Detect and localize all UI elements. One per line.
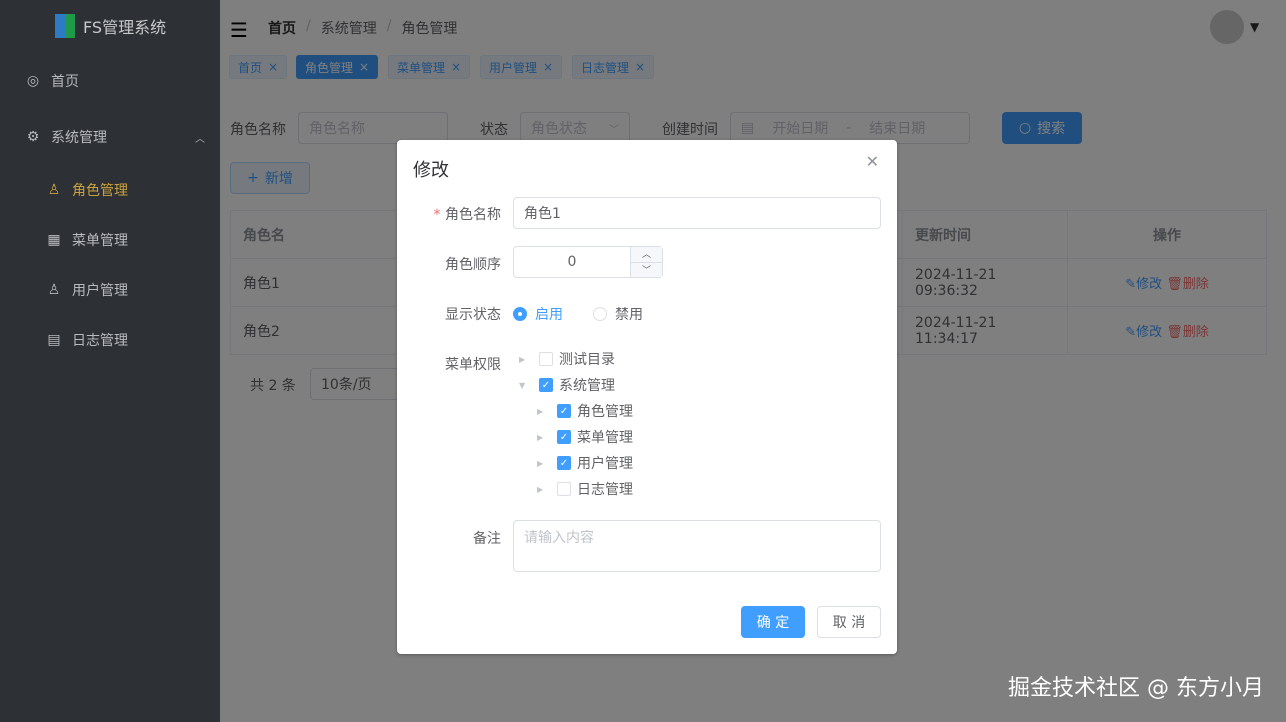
caret-down-icon: ▼ [519, 381, 533, 390]
increase-button[interactable]: ︿ [631, 247, 662, 263]
watermark: 掘金技术社区 @ 东方小月 [1008, 670, 1264, 702]
sidebar-item-role[interactable]: ♙ 角色管理 [46, 180, 128, 200]
label: 用户管理 [577, 453, 633, 473]
tree-node[interactable]: ▶ ✓ 菜单管理 [519, 424, 633, 450]
label: 首页 [51, 71, 79, 91]
label: 角色管理 [72, 180, 128, 200]
sidebar-item-log[interactable]: ▤ 日志管理 [46, 330, 128, 350]
decrease-button[interactable]: ﹀ [631, 263, 662, 278]
checkbox[interactable]: ✓ [557, 430, 571, 444]
role-order-stepper[interactable]: 0 ︿﹀ [513, 246, 663, 278]
label: 启用 [535, 304, 563, 324]
app-logo: FS管理系统 [55, 14, 166, 38]
status-label: 显示状态 [411, 304, 501, 324]
sidebar: FS管理系统 ◎ 首页 ⚙ 系统管理 ︿ ♙ 角色管理 ▦ 菜单管理 ♙ 用户管理 ▤ 日志管… [0, 0, 220, 722]
label: 角色管理 [577, 401, 633, 421]
remark-label: 备注 [411, 528, 501, 548]
caret-right-icon: ▶ [537, 485, 551, 494]
checkbox[interactable]: ✓ [557, 404, 571, 418]
edit-role-dialog: 修改 ✕ * 角色名称 角色1 角色顺序 0 ︿﹀ 显示状态 启用 禁用 菜单权… [397, 140, 897, 654]
document-icon: ▤ [46, 332, 62, 348]
tree-node[interactable]: ▶ ✓ 角色管理 [519, 398, 633, 424]
close-icon[interactable]: ✕ [866, 152, 879, 171]
value: 0 [514, 254, 630, 270]
gear-icon: ⚙ [25, 129, 41, 145]
label: 取 消 [833, 612, 865, 632]
tree-node[interactable]: ▶ 测试目录 [519, 346, 633, 372]
logo-icon [55, 14, 75, 38]
remark-textarea[interactable]: 请输入内容 [513, 520, 881, 572]
label: 角色名称 [445, 207, 501, 223]
label: 用户管理 [72, 280, 128, 300]
sidebar-item-menu[interactable]: ▦ 菜单管理 [46, 230, 128, 250]
checkbox[interactable]: ✓ [557, 456, 571, 470]
label: 菜单管理 [577, 427, 633, 447]
user-icon: ♙ [46, 282, 62, 298]
dashboard-icon: ◎ [25, 73, 41, 89]
radio-enabled[interactable]: 启用 [513, 304, 563, 324]
label: 日志管理 [72, 330, 128, 350]
label: 日志管理 [577, 479, 633, 499]
role-name-input[interactable]: 角色1 [513, 197, 881, 229]
dialog-title: 修改 [413, 156, 449, 182]
menu-permission-label: 菜单权限 [411, 354, 501, 374]
label: 测试目录 [559, 349, 615, 369]
caret-right-icon: ▶ [537, 407, 551, 416]
role-name-label: * 角色名称 [411, 204, 501, 224]
value: 角色1 [524, 203, 561, 223]
app-title: FS管理系统 [83, 14, 166, 38]
sidebar-item-home[interactable]: ◎ 首页 [25, 71, 79, 91]
radio-checked-icon [513, 307, 527, 321]
grid-icon: ▦ [46, 232, 62, 248]
caret-right-icon: ▶ [537, 433, 551, 442]
label: 确 定 [757, 612, 789, 632]
checkbox[interactable] [557, 482, 571, 496]
role-order-label: 角色顺序 [411, 254, 501, 274]
tree-node[interactable]: ▶ ✓ 用户管理 [519, 450, 633, 476]
caret-right-icon: ▶ [537, 459, 551, 468]
tree-node[interactable]: ▼ ✓ 系统管理 [519, 372, 633, 398]
user-icon: ♙ [46, 182, 62, 198]
label: 菜单管理 [72, 230, 128, 250]
cancel-button[interactable]: 取 消 [817, 606, 881, 638]
radio-icon [593, 307, 607, 321]
checkbox[interactable]: ✓ [539, 378, 553, 392]
chevron-up-icon: ︿ [195, 130, 205, 145]
label: 系统管理 [51, 127, 107, 147]
sidebar-item-user[interactable]: ♙ 用户管理 [46, 280, 128, 300]
sidebar-item-system[interactable]: ⚙ 系统管理 ︿ [25, 127, 205, 147]
checkbox[interactable] [539, 352, 553, 366]
confirm-button[interactable]: 确 定 [741, 606, 805, 638]
caret-right-icon: ▶ [519, 355, 533, 364]
label: 禁用 [615, 304, 643, 324]
menu-tree: ▶ 测试目录 ▼ ✓ 系统管理 ▶ ✓ 角色管理 ▶ ✓ 菜单管理 ▶ ✓ 用户管理 ▶ 日志管理 [519, 346, 633, 502]
tree-node[interactable]: ▶ 日志管理 [519, 476, 633, 502]
placeholder: 请输入内容 [524, 530, 594, 546]
label: 系统管理 [559, 375, 615, 395]
radio-disabled[interactable]: 禁用 [593, 304, 643, 324]
